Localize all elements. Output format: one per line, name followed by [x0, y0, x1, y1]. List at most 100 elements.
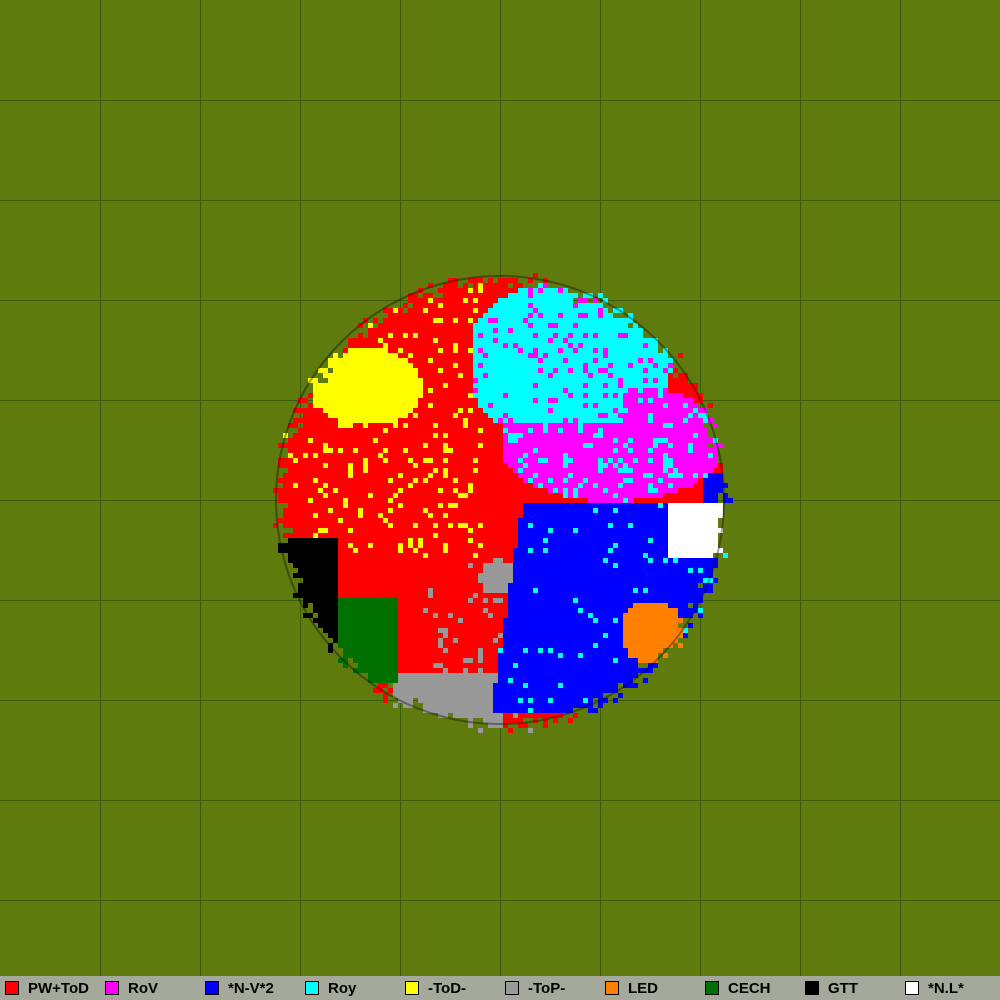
- territory-cell-pwtod: [403, 508, 408, 513]
- territory-cell-pwtod: [438, 528, 443, 533]
- territory-cell-pwtod: [398, 573, 403, 578]
- territory-cell-roy: [558, 398, 563, 403]
- territory-cell-roy: [653, 383, 658, 388]
- territory-cell-tod: [443, 473, 448, 478]
- territory-cell-roy: [488, 398, 493, 403]
- territory-cell-pwtod: [433, 308, 438, 313]
- territory-cell-pwtod: [363, 338, 368, 343]
- territory-cell-rov: [598, 493, 603, 498]
- territory-cell-roy: [723, 553, 728, 558]
- territory-cell-roy: [528, 408, 533, 413]
- territory-circle[interactable]: [273, 273, 733, 733]
- territory-cell-tod: [408, 483, 413, 488]
- territory-cell-roy: [618, 368, 623, 373]
- territory-cell-tod: [433, 423, 438, 428]
- territory-cell-tod: [358, 353, 363, 358]
- territory-cell-rov: [673, 418, 678, 423]
- territory-cell-pwtod: [468, 523, 473, 528]
- territory-cell-tod: [343, 363, 348, 368]
- territory-cell-pwtod: [293, 503, 298, 508]
- territory-cell-rov: [683, 448, 688, 453]
- territory-map-canvas[interactable]: [0, 0, 1000, 976]
- territory-cell-pwtod: [403, 493, 408, 498]
- territory-cell-nv2: [528, 578, 533, 583]
- territory-cell-pwtod: [343, 453, 348, 458]
- territory-cell-pwtod: [383, 478, 388, 483]
- territory-cell-pwtod: [408, 588, 413, 593]
- territory-cell-roy: [663, 363, 668, 368]
- territory-cell-pwtod: [448, 283, 453, 288]
- territory-cell-pwtod: [503, 283, 508, 288]
- territory-cell-gtt: [298, 583, 303, 588]
- territory-cell-nv2: [663, 528, 668, 533]
- territory-cell-pwtod: [483, 528, 488, 533]
- territory-cell-rov: [518, 438, 523, 443]
- territory-cell-nv2: [688, 598, 693, 603]
- territory-cell-nv2: [658, 568, 663, 573]
- territory-cell-pwtod: [373, 468, 378, 473]
- territory-cell-tod: [328, 413, 333, 418]
- territory-cell-tod: [388, 388, 393, 393]
- territory-cell-pwtod: [473, 463, 478, 468]
- territory-cell-roy: [608, 408, 613, 413]
- territory-cell-nv2: [653, 578, 658, 583]
- territory-cell-led: [643, 603, 648, 608]
- territory-cell-gtt: [288, 538, 293, 543]
- territory-cell-gtt: [323, 573, 328, 578]
- territory-cell-rov: [593, 498, 598, 503]
- territory-cell-pwtod: [473, 518, 478, 523]
- territory-cell-nv2: [618, 518, 623, 523]
- territory-cell-roy: [518, 328, 523, 333]
- territory-cell-pwtod: [393, 528, 398, 533]
- territory-cell-roy: [618, 348, 623, 353]
- territory-cell-pwtod: [388, 553, 393, 558]
- territory-cell-nl: [678, 538, 683, 543]
- territory-cell-pwtod: [278, 518, 283, 523]
- territory-cell-pwtod: [323, 433, 328, 438]
- territory-map[interactable]: [0, 0, 1000, 976]
- territory-cell-nv2: [663, 508, 668, 513]
- territory-cell-tod: [313, 383, 318, 388]
- territory-cell-pwtod: [488, 503, 493, 508]
- territory-cell-pwtod: [438, 608, 443, 613]
- territory-cell-nv2: [658, 513, 663, 518]
- territory-cell-nl: [693, 553, 698, 558]
- territory-cell-rov: [593, 473, 598, 478]
- territory-cell-pwtod: [468, 578, 473, 583]
- territory-cell-nl: [693, 548, 698, 553]
- territory-cell-pwtod: [353, 468, 358, 473]
- territory-cell-nv2: [633, 583, 638, 588]
- territory-cell-roy: [563, 353, 568, 358]
- territory-cell-rov: [573, 323, 578, 328]
- territory-cell-pwtod: [403, 343, 408, 348]
- territory-cell-roy: [528, 333, 533, 338]
- territory-cell-roy: [508, 348, 513, 353]
- territory-cell-roy: [508, 393, 513, 398]
- territory-cell-pwtod: [403, 458, 408, 463]
- territory-cell-roy: [528, 383, 533, 388]
- territory-cell-pwtod: [458, 308, 463, 313]
- territory-cell-roy: [613, 368, 618, 373]
- territory-cell-tod: [473, 553, 478, 558]
- territory-cell-tod: [353, 393, 358, 398]
- territory-cell-pwtod: [678, 353, 683, 358]
- territory-cell-nv2: [688, 563, 693, 568]
- territory-cell-pwtod: [383, 573, 388, 578]
- territory-cell-tod: [363, 358, 368, 363]
- territory-cell-roy: [518, 433, 523, 438]
- territory-cell-nv2: [638, 588, 643, 593]
- territory-cell-pwtod: [303, 463, 308, 468]
- territory-cell-nv2: [618, 548, 623, 553]
- territory-cell-roy: [558, 353, 563, 358]
- territory-cell-pwtod: [303, 528, 308, 533]
- territory-cell-rov: [613, 453, 618, 458]
- territory-cell-pwtod: [413, 303, 418, 308]
- territory-cell-pwtod: [378, 478, 383, 483]
- territory-cell-roy: [603, 418, 608, 423]
- territory-cell-nv2: [568, 558, 573, 563]
- territory-cell-tod: [413, 413, 418, 418]
- territory-cell-tod: [393, 383, 398, 388]
- territory-cell-nv2: [593, 573, 598, 578]
- territory-cell-pwtod: [298, 428, 303, 433]
- territory-cell-roy: [488, 338, 493, 343]
